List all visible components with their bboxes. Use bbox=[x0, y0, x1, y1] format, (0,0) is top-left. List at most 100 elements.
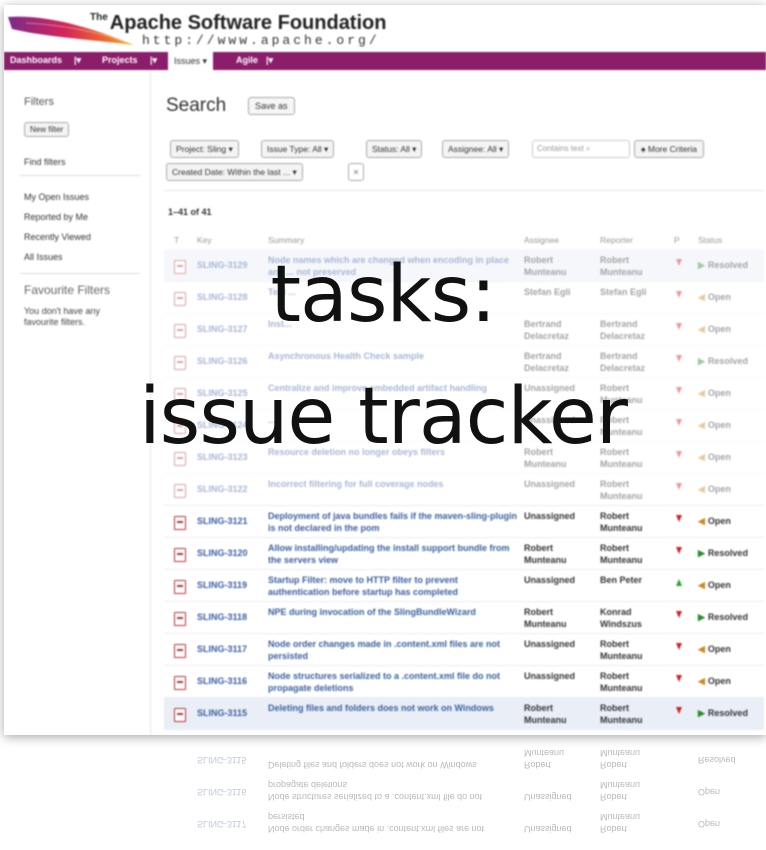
bug-type-icon bbox=[174, 676, 186, 690]
table-row[interactable]: SLING-3116 Node structures serialized to … bbox=[164, 665, 764, 698]
project-filter[interactable]: Project: Sling ▾ bbox=[170, 140, 239, 158]
col-type[interactable]: T bbox=[174, 235, 179, 245]
col-status[interactable]: Status bbox=[698, 235, 722, 245]
priority-arrow-icon bbox=[676, 579, 682, 591]
issue-reporter: Robert Munteanu bbox=[600, 703, 643, 725]
nav-agile-dropdown-icon[interactable]: |▾ bbox=[266, 55, 273, 66]
created-date-filter[interactable]: Created Date: Within the last ... ▾ bbox=[166, 163, 303, 181]
open-speaker-icon: ◀ bbox=[698, 484, 705, 494]
issue-status-label: Resolved bbox=[707, 356, 748, 366]
save-as-button[interactable]: Save as bbox=[248, 97, 295, 115]
issue-status: ◀ Open bbox=[698, 644, 731, 655]
more-criteria-button[interactable]: ♠ More Criteria bbox=[634, 140, 704, 158]
issue-summary-link[interactable]: Incorrect filtering for full coverage no… bbox=[268, 478, 518, 490]
reflected-status: Resolved bbox=[698, 755, 736, 765]
issue-key-link[interactable]: SLING-3126 bbox=[197, 356, 248, 366]
priority-arrow-icon bbox=[676, 483, 682, 495]
nav-dashboards[interactable]: Dashboards bbox=[10, 55, 62, 65]
issue-key-link[interactable]: SLING-3121 bbox=[197, 516, 248, 526]
status-filter[interactable]: Status: All ▾ bbox=[366, 140, 423, 158]
bug-type-icon bbox=[174, 612, 186, 626]
table-row[interactable]: SLING-3120 Allow installing/updating the … bbox=[164, 537, 764, 570]
assignee-filter[interactable]: Assignee: All ▾ bbox=[442, 140, 510, 158]
table-row[interactable]: SLING-3119 Startup Filter: move to HTTP f… bbox=[164, 569, 764, 602]
blurred-ui: The Apache Software Foundation http://www… bbox=[4, 5, 766, 735]
issue-reporter: Bertrand Delacretaz bbox=[600, 351, 646, 373]
search-icon: ⌕ bbox=[585, 144, 591, 153]
col-summary[interactable]: Summary bbox=[268, 235, 304, 245]
issue-status-label: Open bbox=[707, 644, 731, 654]
issue-summary-link[interactable]: Node order changes made in .content.xml … bbox=[268, 638, 518, 662]
issue-status-label: Resolved bbox=[707, 548, 748, 558]
issue-status: ◀ Open bbox=[698, 676, 731, 687]
issue-assignee: Bertrand Delacretaz bbox=[524, 351, 570, 373]
sidebar-item-reported-by-me[interactable]: Reported by Me bbox=[24, 212, 88, 222]
issue-summary-link[interactable]: NPE during invocation of the SlingBundle… bbox=[268, 606, 518, 618]
col-reporter[interactable]: Reporter bbox=[600, 235, 633, 245]
org-url[interactable]: http://www.apache.org/ bbox=[142, 33, 380, 48]
sidebar-title: Filters bbox=[24, 96, 54, 108]
contains-text-input[interactable]: Contains text ⌕ bbox=[532, 140, 630, 158]
org-name: The Apache Software Foundation bbox=[90, 12, 386, 35]
nav-agile[interactable]: Agile bbox=[236, 55, 258, 65]
reflected-status: Open bbox=[698, 787, 721, 797]
nav-projects[interactable]: Projects bbox=[102, 55, 138, 65]
issue-key-link[interactable]: SLING-3119 bbox=[197, 580, 247, 590]
reflection: SLING-3115 Deleting files and folders doe… bbox=[4, 735, 766, 850]
issue-assignee: Unassigned bbox=[524, 479, 576, 489]
col-priority[interactable]: P bbox=[674, 235, 680, 245]
issue-summary-link[interactable]: Deleting files and folders does not work… bbox=[268, 702, 518, 714]
table-row[interactable]: SLING-3118 NPE during invocation of the S… bbox=[164, 601, 764, 634]
reflected-key: SLING-3115 bbox=[197, 755, 247, 765]
issue-reporter: Ben Peter bbox=[600, 575, 643, 585]
reflected-reporter: Robert Munteanu bbox=[600, 812, 641, 834]
issue-status-label: Open bbox=[707, 484, 731, 494]
resolved-play-icon: ▶ bbox=[698, 548, 705, 558]
nav-dashboards-dropdown-icon[interactable]: |▾ bbox=[74, 55, 81, 66]
find-filters-link[interactable]: Find filters bbox=[24, 157, 66, 167]
issue-key-link[interactable]: SLING-3118 bbox=[197, 612, 247, 622]
reflected-table-row: SLING-3117 Node order changes made in .co… bbox=[164, 807, 764, 839]
reflected-summary: Node structures serialized to a .content… bbox=[268, 780, 483, 802]
sidebar-item-my-open-issues[interactable]: My Open Issues bbox=[24, 192, 89, 202]
sidebar-divider bbox=[20, 175, 140, 176]
reflected-assignee: Unassigned bbox=[524, 824, 572, 834]
issue-key-link[interactable]: SLING-3120 bbox=[197, 548, 248, 558]
page-title: Search bbox=[166, 95, 227, 116]
issue-summary-link[interactable]: Startup Filter: move to HTTP filter to p… bbox=[268, 574, 518, 598]
issue-summary-link[interactable]: Deployment of java bundles fails if the … bbox=[268, 510, 518, 534]
issue-key-link[interactable]: SLING-3117 bbox=[197, 644, 247, 654]
contains-text-placeholder: Contains text bbox=[537, 144, 584, 153]
issue-summary-link[interactable]: Node structures serialized to a .content… bbox=[268, 670, 518, 694]
new-filter-button[interactable]: New filter bbox=[24, 122, 70, 137]
issue-key-link[interactable]: SLING-3116 bbox=[197, 676, 247, 686]
table-row[interactable]: SLING-3121 Deployment of java bundles fai… bbox=[164, 505, 764, 538]
divider bbox=[164, 190, 764, 191]
top-nav: Dashboards |▾ Projects |▾ Issues ▾ Agile… bbox=[4, 52, 766, 70]
issue-key-link[interactable]: SLING-3122 bbox=[197, 484, 248, 494]
screenshot-card: The Apache Software Foundation http://www… bbox=[4, 5, 766, 735]
overlay-title-line1: tasks: bbox=[270, 250, 496, 340]
issue-summary-link[interactable]: Allow installing/updating the install su… bbox=[268, 542, 518, 566]
table-header: T Key Summary Assignee Reporter P Status bbox=[164, 233, 764, 247]
issue-key-link[interactable]: SLING-3115 bbox=[197, 708, 247, 718]
reflected-status: Open bbox=[698, 819, 721, 829]
issue-assignee: Unassigned bbox=[524, 671, 576, 681]
resolved-play-icon: ▶ bbox=[698, 708, 705, 718]
clear-filter-button[interactable]: × bbox=[348, 163, 364, 181]
col-key[interactable]: Key bbox=[197, 235, 212, 245]
sidebar-item-recently-viewed[interactable]: Recently Viewed bbox=[24, 232, 91, 242]
table-row[interactable]: SLING-3115 Deleting files and folders doe… bbox=[164, 697, 764, 730]
nav-issues-label: Issues bbox=[174, 56, 201, 66]
issue-summary-link[interactable]: Asynchronous Health Check sample bbox=[268, 350, 518, 362]
issue-assignee: Robert Munteanu bbox=[524, 607, 567, 629]
issue-type-filter[interactable]: Issue Type: All ▾ bbox=[261, 140, 335, 158]
nav-projects-dropdown-icon[interactable]: |▾ bbox=[150, 55, 157, 66]
nav-issues[interactable]: Issues ▾ bbox=[168, 52, 214, 70]
table-row[interactable]: SLING-3117 Node order changes made in .co… bbox=[164, 633, 764, 666]
table-row[interactable]: SLING-3122 Incorrect filtering for full c… bbox=[164, 473, 764, 506]
issue-assignee: Robert Munteanu bbox=[524, 543, 567, 565]
col-assignee[interactable]: Assignee bbox=[524, 235, 559, 245]
bug-type-icon bbox=[174, 356, 186, 370]
priority-arrow-icon bbox=[676, 611, 682, 623]
